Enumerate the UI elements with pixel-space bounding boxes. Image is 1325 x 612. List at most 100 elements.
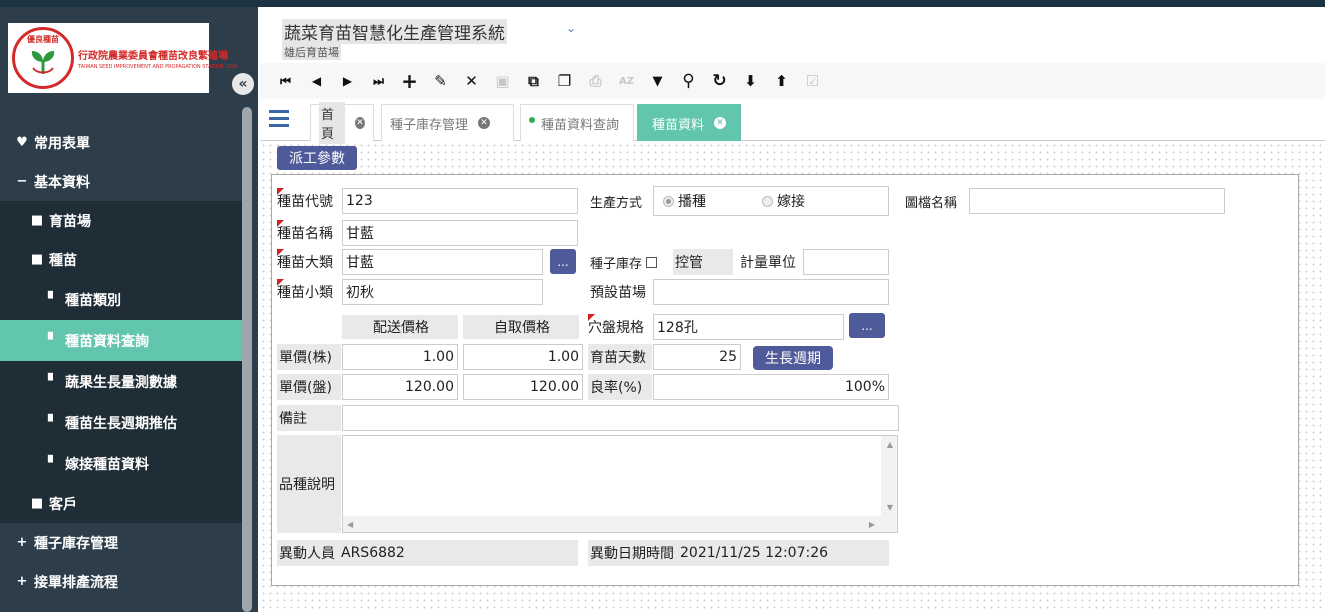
growth-cycle-button[interactable]: 生長週期	[753, 346, 833, 370]
sidebar: 優良種苗 行政院農業委員會種苗改良繁殖場 TAIWAN SEED IMPROVE…	[0, 7, 258, 612]
unit-price-tray-label: 單價(盤)	[277, 374, 341, 400]
close-icon[interactable]: ✕	[714, 117, 727, 129]
first-record-icon[interactable]: ⏮	[270, 66, 301, 96]
collapse-sidebar-button[interactable]: «	[232, 73, 254, 95]
sub-category-field[interactable]: 初秋	[342, 279, 543, 305]
tray-spec-lookup-button[interactable]: ...	[849, 313, 885, 338]
remarks-label: 備註	[277, 405, 341, 431]
prev-record-icon[interactable]: ◀	[301, 66, 332, 96]
sidebar-menu: ♥ 常用表單 − 基本資料 ■ 育苗場 ■ 種苗 ▘ 種苗類別 ▘ 種苗資料查詢…	[0, 123, 242, 601]
default-nursery-label: 預設苗場	[590, 285, 646, 301]
sidebar-item-seedling[interactable]: ■ 種苗	[0, 240, 242, 279]
pickup-price-header: 自取價格	[463, 315, 579, 339]
print-icon[interactable]: ⎙	[580, 66, 611, 96]
tray-spec-field[interactable]: 128孔	[653, 314, 844, 340]
main-category-lookup-button[interactable]: ...	[550, 249, 576, 274]
nursery-name: 雄后育苗場	[282, 44, 341, 60]
save-icon[interactable]: ▣	[487, 66, 518, 96]
radio-sowing[interactable]	[663, 195, 674, 207]
sidebar-item-favorites[interactable]: ♥ 常用表單	[0, 123, 242, 162]
sidebar-item-grafted-seedling[interactable]: ▘ 嫁接種苗資料	[0, 443, 242, 484]
close-icon[interactable]: ✕	[354, 117, 365, 129]
tab-seed-stock[interactable]: 種子庫存管理 ✕	[381, 104, 514, 141]
tab-home[interactable]: 首頁 ✕	[310, 102, 374, 144]
plus-icon: +	[16, 535, 28, 550]
radio-grafting-label: 嫁接	[777, 194, 805, 210]
scroll-right-icon[interactable]: ▶	[869, 520, 875, 529]
seedling-name-field[interactable]: 甘藍	[342, 220, 578, 246]
close-icon[interactable]: ✕	[478, 117, 491, 129]
logo-org-name: 行政院農業委員會種苗改良繁殖場	[78, 50, 228, 62]
variety-desc-textarea[interactable]: ▲ ▼ ◀ ▶	[342, 435, 898, 533]
sidebar-item-label: 種子庫存管理	[34, 535, 118, 552]
sidebar-item-seedling-category[interactable]: ▘ 種苗類別	[0, 279, 242, 320]
menu-icon[interactable]	[269, 110, 289, 128]
textarea-horizontal-scrollbar[interactable]	[343, 516, 897, 532]
sidebar-item-customer[interactable]: ■ 客戶	[0, 484, 242, 523]
file-icon: ▘	[48, 374, 58, 389]
sidebar-item-nursery[interactable]: ■ 育苗場	[0, 201, 242, 240]
minus-icon: −	[16, 174, 28, 189]
plus-icon: +	[16, 574, 28, 589]
sidebar-item-growth-measurement[interactable]: ▘ 蔬果生長量測數據	[0, 361, 242, 402]
nursery-days-field[interactable]: 25	[653, 344, 741, 370]
seed-stock-checkbox[interactable]	[646, 256, 658, 268]
nursery-days-label: 育苗天數	[588, 344, 652, 370]
radio-grafting[interactable]	[762, 195, 773, 207]
file-icon: ▘	[48, 415, 58, 430]
sort-az-icon[interactable]: AZ	[611, 66, 642, 96]
delivery-price-header: 配送價格	[342, 315, 458, 339]
variety-desc-label: 品種說明	[277, 435, 341, 533]
sidebar-item-seedling-query[interactable]: ▘ 種苗資料查詢	[0, 320, 242, 361]
default-nursery-field[interactable]	[653, 279, 889, 305]
checklist-icon[interactable]: ☑	[797, 66, 828, 96]
dispatch-params-button[interactable]: 派工參數	[277, 146, 357, 170]
seedling-code-field[interactable]: 123	[342, 188, 578, 214]
add-icon[interactable]: +	[394, 66, 425, 96]
copy-icon[interactable]: ❐	[549, 66, 580, 96]
download-icon[interactable]: ⬇	[735, 66, 766, 96]
sidebar-item-basic-data[interactable]: − 基本資料	[0, 162, 242, 201]
sidebar-scrollbar[interactable]	[242, 107, 252, 612]
sidebar-item-growth-cycle-estimate[interactable]: ▘ 種苗生長週期推估	[0, 402, 242, 443]
unit-price-plant-pickup-field[interactable]: 1.00	[463, 344, 583, 370]
search-icon[interactable]: ⚲	[673, 66, 704, 96]
refresh-icon[interactable]: ↻	[704, 66, 735, 96]
open-external-icon[interactable]: ⧉	[518, 66, 549, 96]
sidebar-item-seed-stock[interactable]: + 種子庫存管理	[0, 523, 242, 562]
production-method-radio-group: 播種 嫁接	[653, 186, 889, 216]
unit-price-tray-pickup-field[interactable]: 120.00	[463, 374, 583, 400]
file-icon: ▘	[48, 292, 58, 307]
header: 蔬菜育苗智慧化生產管理系統 ⌄ 雄后育苗場	[270, 7, 1325, 63]
sidebar-item-label: 種苗生長週期推估	[65, 415, 177, 432]
tab-label: 種苗資料	[652, 117, 705, 133]
unit-field[interactable]	[803, 249, 889, 275]
unit-price-tray-delivery-field[interactable]: 120.00	[342, 374, 458, 400]
file-icon: ▘	[48, 333, 58, 348]
next-record-icon[interactable]: ▶	[332, 66, 363, 96]
tab-seedling-data[interactable]: 種苗資料 ✕	[637, 104, 741, 141]
logo-org-name-en: TAIWAN SEED IMPROVEMENT AND PROPAGATION …	[78, 63, 238, 70]
main-category-label: 種苗大類	[277, 249, 343, 275]
remarks-field[interactable]	[342, 405, 899, 431]
scroll-up-icon[interactable]: ▲	[887, 440, 893, 449]
chevron-down-icon[interactable]: ⌄	[566, 21, 576, 35]
filter-icon[interactable]: ▼	[642, 66, 673, 96]
edit-icon[interactable]: ✎	[425, 66, 456, 96]
sidebar-item-label: 接單排產流程	[34, 574, 118, 591]
folder-icon: ■	[30, 252, 44, 267]
file-icon: ▘	[48, 456, 58, 471]
unit-price-plant-label: 單價(株)	[277, 344, 341, 370]
upload-icon[interactable]: ⬆	[766, 66, 797, 96]
scroll-down-icon[interactable]: ▼	[887, 503, 893, 512]
delete-icon[interactable]: ✕	[456, 66, 487, 96]
last-record-icon[interactable]: ⏭	[363, 66, 394, 96]
yield-rate-field[interactable]: 100%	[653, 374, 889, 400]
sidebar-item-order-scheduling[interactable]: + 接單排產流程	[0, 562, 242, 601]
main-category-field[interactable]: 甘藍	[342, 249, 543, 275]
scroll-left-icon[interactable]: ◀	[347, 520, 353, 529]
tray-spec-label: 穴盤規格	[588, 314, 654, 340]
tab-seedling-query[interactable]: 種苗資料查詢	[520, 104, 634, 141]
image-file-field[interactable]	[969, 188, 1225, 214]
unit-price-plant-delivery-field[interactable]: 1.00	[342, 344, 458, 370]
